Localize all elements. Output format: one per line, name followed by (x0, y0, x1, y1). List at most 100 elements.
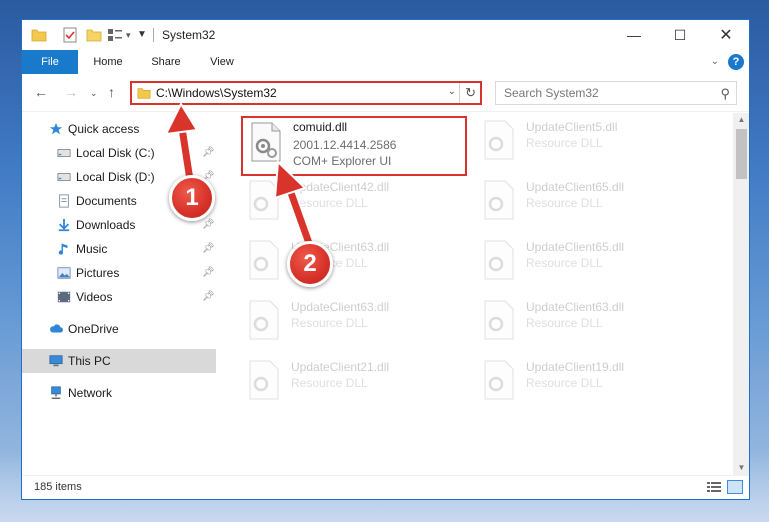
minimize-button[interactable]: — (611, 20, 657, 50)
file-name: UpdateClient21.dll (291, 360, 390, 374)
title-bar: ▾ ▼ System32 — ☐ ✕ (22, 20, 749, 50)
dll-file-icon (484, 180, 514, 220)
pin-icon[interactable]: 📌︎ (202, 261, 215, 285)
dll-file-icon (484, 360, 514, 400)
up-arrow-icon[interactable]: ↑ (108, 84, 115, 100)
file-description: Resource DLL (291, 376, 368, 390)
address-separator (459, 83, 460, 103)
folder-icon[interactable] (31, 27, 47, 43)
sidebar-item-music[interactable]: Music 📌︎ (22, 237, 216, 261)
drive-icon (57, 173, 71, 181)
file-name: comuid.dll (293, 120, 348, 134)
file-name: UpdateClient65.dll (526, 240, 625, 254)
view-layout-icon[interactable] (107, 27, 123, 43)
file-name: UpdateClient42.dll (291, 180, 390, 194)
pictures-icon (57, 267, 71, 279)
sidebar-item-label: This PC (68, 354, 111, 368)
sidebar-item-videos[interactable]: Videos 📌︎ (22, 285, 216, 309)
file-description: Resource DLL (526, 136, 603, 150)
search-icon[interactable]: ⚲ (720, 86, 730, 102)
maximize-button[interactable]: ☐ (657, 20, 703, 50)
tab-file[interactable]: File (22, 50, 78, 74)
sidebar-item-label: Videos (76, 290, 113, 304)
step-1-badge: 1 (169, 175, 215, 221)
scroll-up-icon[interactable]: ▲ (733, 113, 749, 127)
tab-home[interactable]: Home (78, 50, 138, 74)
file-tile[interactable]: UpdateClient63.dll Resource DLL (476, 296, 702, 356)
address-path[interactable]: C:\Windows\System32 (156, 86, 277, 100)
star-icon (49, 122, 63, 135)
dll-file-icon (251, 122, 281, 162)
close-button[interactable]: ✕ (703, 20, 749, 50)
dll-file-icon (249, 240, 279, 280)
pin-icon[interactable]: 📌︎ (202, 237, 215, 261)
chevron-down-icon[interactable]: ▾ (126, 27, 136, 43)
dll-file-icon (484, 240, 514, 280)
file-name: UpdateClient5.dll (526, 120, 618, 134)
scroll-down-icon[interactable]: ▼ (733, 461, 749, 475)
file-name: UpdateClient63.dll (291, 300, 390, 314)
help-icon[interactable]: ? (728, 54, 744, 70)
back-arrow-icon[interactable]: ← (34, 84, 48, 100)
new-folder-icon[interactable] (86, 27, 102, 43)
file-tile[interactable]: UpdateClient42.dll Resource DLL (241, 176, 467, 236)
file-description: Resource DLL (291, 196, 368, 210)
file-tile[interactable]: UpdateClient65.dll Resource DLL (476, 236, 702, 296)
sidebar-item-label: Quick access (68, 122, 140, 136)
sidebar-item-local-disk-c[interactable]: Local Disk (C:) 📌︎ (22, 141, 216, 165)
sidebar-item-label: Music (76, 242, 108, 256)
sidebar-item-quick-access[interactable]: Quick access (22, 117, 216, 141)
computer-icon (49, 355, 63, 367)
window-title: System32 (162, 28, 216, 42)
dll-file-icon (484, 120, 514, 160)
sidebar-item-network[interactable]: Network (22, 381, 216, 405)
customize-toolbar-icon[interactable]: ▼ (137, 27, 147, 43)
file-description: Resource DLL (526, 196, 603, 210)
ribbon-tabs: File Home Share View ⌄ ? (22, 50, 749, 74)
documents-icon (59, 194, 69, 208)
item-count: 185 items (34, 481, 82, 493)
expand-ribbon-icon[interactable]: ⌄ (711, 50, 719, 74)
address-dropdown-icon[interactable]: ⌄ (448, 86, 456, 97)
drive-icon (57, 149, 71, 157)
file-version: 2001.12.4414.2586 (293, 138, 397, 152)
file-tile[interactable]: UpdateClient21.dll Resource DLL (241, 356, 467, 416)
large-icons-view-icon[interactable] (727, 480, 743, 494)
search-box[interactable]: ⚲ (495, 81, 737, 105)
pin-icon[interactable]: 📌︎ (202, 141, 215, 165)
file-tile[interactable]: UpdateClient65.dll Resource DLL (476, 176, 702, 236)
sidebar-item-onedrive[interactable]: OneDrive (22, 317, 216, 341)
sidebar-item-label: Pictures (76, 266, 120, 280)
properties-icon[interactable] (62, 27, 78, 43)
sidebar-item-label: Documents (76, 194, 137, 208)
file-tile-comuid[interactable]: comuid.dll 2001.12.4414.2586 COM+ Explor… (241, 116, 467, 176)
tab-view[interactable]: View (194, 50, 250, 74)
dll-file-icon (484, 300, 514, 340)
file-description: COM+ Explorer UI (293, 154, 392, 168)
sidebar-item-pictures[interactable]: Pictures 📌︎ (22, 261, 216, 285)
download-icon (58, 218, 70, 232)
sidebar-item-label: OneDrive (68, 322, 119, 336)
sidebar-item-this-pc[interactable]: This PC (22, 349, 216, 373)
status-bar: 185 items (22, 475, 749, 499)
file-tile[interactable]: UpdateClient63.dll Resource DLL (241, 236, 467, 296)
refresh-icon[interactable]: ↻ (465, 85, 476, 101)
tab-share[interactable]: Share (138, 50, 194, 74)
sidebar-item-label: Downloads (76, 218, 136, 232)
search-input[interactable] (496, 82, 711, 104)
file-list: comuid.dll 2001.12.4414.2586 COM+ Explor… (236, 113, 732, 473)
file-tile[interactable]: UpdateClient63.dll Resource DLL (241, 296, 467, 356)
vertical-scrollbar[interactable]: ▲ ▼ (733, 113, 749, 475)
file-description: Resource DLL (526, 316, 603, 330)
file-explorer-window: ▾ ▼ System32 — ☐ ✕ File Home Share View … (21, 19, 750, 500)
details-view-icon[interactable] (707, 481, 721, 493)
address-bar[interactable]: C:\Windows\System32 ⌄ ↻ (130, 81, 482, 105)
recent-locations-icon[interactable]: ⌄ (90, 88, 98, 99)
videos-icon (57, 291, 71, 303)
file-tile[interactable]: UpdateClient5.dll Resource DLL (476, 116, 702, 176)
file-tile[interactable]: UpdateClient19.dll Resource DLL (476, 356, 702, 416)
scroll-thumb[interactable] (736, 129, 747, 179)
file-description: Resource DLL (526, 256, 603, 270)
forward-arrow-icon[interactable]: → (64, 84, 78, 100)
pin-icon[interactable]: 📌︎ (202, 285, 215, 309)
